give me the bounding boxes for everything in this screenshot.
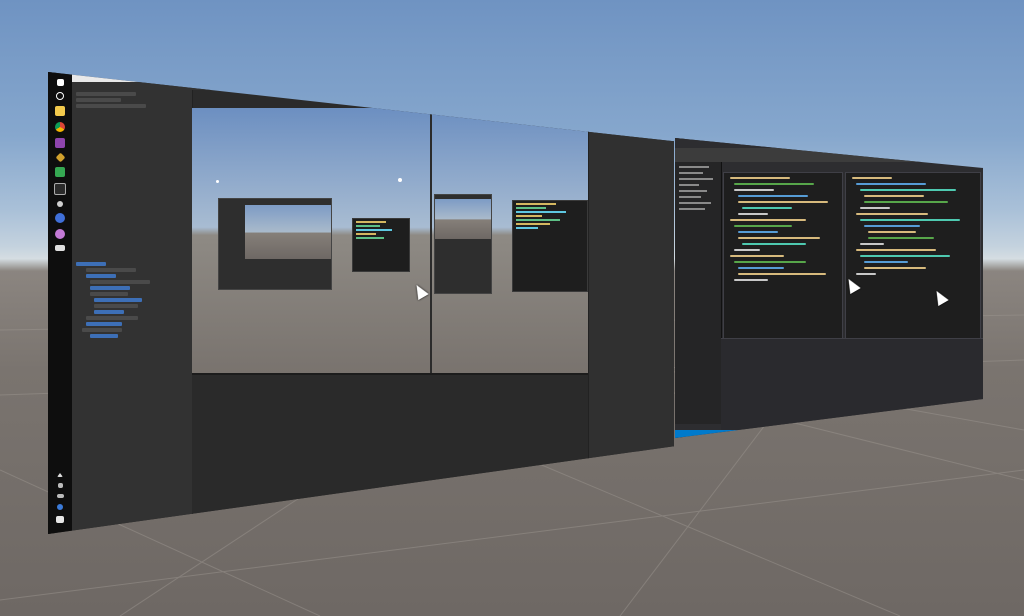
mouse-cursor bbox=[411, 281, 429, 301]
gear-icon[interactable] bbox=[57, 201, 63, 207]
list-item[interactable] bbox=[86, 268, 136, 272]
list-item[interactable] bbox=[86, 322, 122, 326]
system-tray bbox=[48, 470, 72, 526]
list-item[interactable] bbox=[90, 292, 128, 296]
list-item[interactable] bbox=[94, 304, 138, 308]
scene-viewport[interactable] bbox=[192, 108, 588, 373]
network-icon[interactable] bbox=[56, 494, 64, 498]
list-item[interactable] bbox=[90, 286, 130, 290]
camera-icon[interactable] bbox=[55, 229, 65, 239]
light-marker bbox=[216, 180, 219, 183]
user-icon[interactable] bbox=[57, 504, 63, 510]
light-marker bbox=[398, 178, 402, 182]
terminal-icon[interactable] bbox=[54, 183, 66, 195]
speaker-icon[interactable] bbox=[57, 483, 63, 488]
nested-unity-view-right bbox=[434, 194, 492, 294]
list-item[interactable] bbox=[94, 298, 142, 302]
viewport-divider bbox=[430, 108, 432, 373]
list-item[interactable] bbox=[94, 310, 124, 314]
visual-studio-icon[interactable] bbox=[55, 138, 65, 148]
windows-taskbar bbox=[48, 72, 72, 534]
list-item[interactable] bbox=[76, 104, 146, 108]
nested-code-view-right bbox=[512, 200, 588, 292]
code-editor-right[interactable] bbox=[845, 172, 981, 344]
folder-icon[interactable] bbox=[55, 106, 65, 116]
unity-icon[interactable] bbox=[55, 152, 65, 163]
list-item[interactable] bbox=[90, 280, 150, 284]
nested-code-view bbox=[352, 218, 410, 272]
list-item[interactable] bbox=[76, 262, 106, 266]
search-icon[interactable] bbox=[56, 92, 64, 100]
monitor-icon[interactable] bbox=[55, 245, 65, 251]
list-item[interactable] bbox=[90, 334, 118, 338]
list-item[interactable] bbox=[76, 92, 136, 96]
chrome-icon[interactable] bbox=[55, 122, 65, 132]
right-virtual-monitor[interactable] bbox=[675, 138, 983, 438]
nested-unity-view bbox=[218, 198, 332, 290]
code-editor-left[interactable] bbox=[723, 172, 843, 344]
vr-scene bbox=[0, 0, 1024, 616]
list-item[interactable] bbox=[86, 316, 138, 320]
chevron-up-icon[interactable] bbox=[57, 473, 63, 477]
windows-icon[interactable] bbox=[56, 79, 64, 86]
list-item[interactable] bbox=[86, 274, 116, 278]
solution-explorer[interactable] bbox=[675, 162, 722, 424]
app-icon[interactable] bbox=[55, 213, 65, 223]
list-item[interactable] bbox=[76, 98, 121, 102]
notifications-icon[interactable] bbox=[56, 516, 64, 523]
vs-code-icon[interactable] bbox=[55, 167, 65, 177]
hierarchy-panel[interactable] bbox=[72, 90, 193, 534]
list-item[interactable] bbox=[82, 328, 122, 332]
